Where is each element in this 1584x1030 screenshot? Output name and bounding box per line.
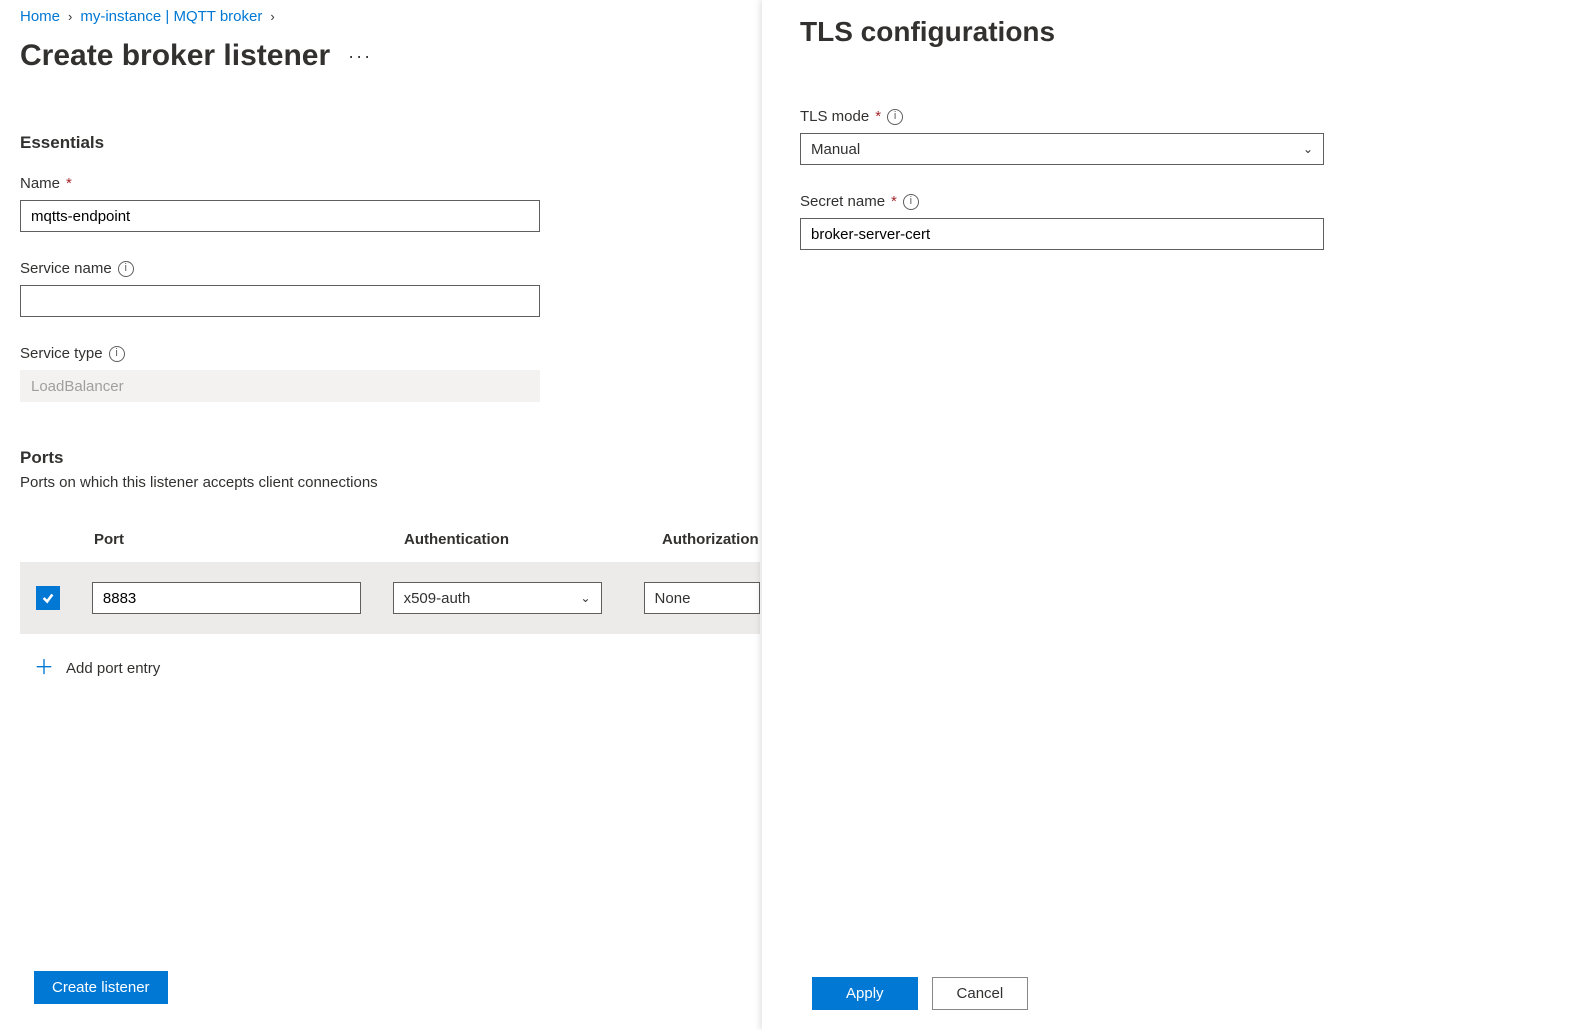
service-type-label: Service type xyxy=(20,345,103,362)
col-azn: Authorization xyxy=(662,531,760,548)
col-auth: Authentication xyxy=(404,531,662,548)
add-port-label: Add port entry xyxy=(66,660,160,677)
tls-config-panel: TLS configurations TLS mode * i Manual ⌄… xyxy=(762,0,1584,1030)
tls-mode-value: Manual xyxy=(811,141,860,158)
create-listener-button[interactable]: Create listener xyxy=(34,971,168,1004)
info-icon[interactable]: i xyxy=(887,109,903,125)
authorization-value: None xyxy=(655,590,691,607)
col-port: Port xyxy=(94,531,404,548)
ports-heading: Ports xyxy=(20,448,760,468)
tls-mode-select[interactable]: Manual ⌄ xyxy=(800,133,1324,165)
tls-mode-field: TLS mode * i Manual ⌄ xyxy=(800,108,1584,165)
name-field: Name * xyxy=(20,175,750,232)
ports-section: Ports Ports on which this listener accep… xyxy=(20,448,760,678)
panel-title: TLS configurations xyxy=(800,16,1584,48)
essentials-section: Essentials Name * Service name i Service… xyxy=(20,133,760,402)
ports-table-header: Port Authentication Authorization xyxy=(20,531,760,562)
add-port-entry[interactable]: ＋ Add port entry xyxy=(20,658,760,678)
authorization-select[interactable]: None xyxy=(644,582,760,614)
secret-name-label: Secret name xyxy=(800,193,885,210)
row-checkbox[interactable] xyxy=(36,586,60,610)
chevron-down-icon: ⌄ xyxy=(580,591,590,605)
service-name-field: Service name i xyxy=(20,260,750,317)
name-input[interactable] xyxy=(20,200,540,232)
chevron-down-icon: ⌄ xyxy=(1303,142,1313,156)
required-icon: * xyxy=(66,175,72,192)
main-pane: Home › my-instance | MQTT broker › Creat… xyxy=(0,0,760,1030)
service-name-input[interactable] xyxy=(20,285,540,317)
check-icon xyxy=(41,591,55,605)
secret-name-input[interactable] xyxy=(800,218,1324,250)
breadcrumb: Home › my-instance | MQTT broker › xyxy=(20,0,760,39)
chevron-right-icon: › xyxy=(68,9,72,24)
breadcrumb-instance[interactable]: my-instance | MQTT broker xyxy=(80,8,262,25)
page-title: Create broker listener xyxy=(20,39,330,73)
name-label: Name xyxy=(20,175,60,192)
plus-icon: ＋ xyxy=(34,658,54,678)
chevron-right-icon: › xyxy=(270,9,274,24)
breadcrumb-home[interactable]: Home xyxy=(20,8,60,25)
service-name-label: Service name xyxy=(20,260,112,277)
table-row: x509-auth ⌄ None xyxy=(20,562,760,634)
ports-description: Ports on which this listener accepts cli… xyxy=(20,474,760,491)
essentials-heading: Essentials xyxy=(20,133,750,153)
required-icon: * xyxy=(875,108,881,125)
info-icon[interactable]: i xyxy=(118,261,134,277)
authentication-select[interactable]: x509-auth ⌄ xyxy=(393,582,602,614)
more-actions-icon[interactable]: ··· xyxy=(348,46,372,67)
apply-button[interactable]: Apply xyxy=(812,977,918,1010)
info-icon[interactable]: i xyxy=(903,194,919,210)
secret-name-field: Secret name * i xyxy=(800,193,1584,250)
required-icon: * xyxy=(891,193,897,210)
tls-mode-label: TLS mode xyxy=(800,108,869,125)
info-icon[interactable]: i xyxy=(109,346,125,362)
service-type-field: Service type i xyxy=(20,345,750,402)
authentication-value: x509-auth xyxy=(404,590,471,607)
service-type-input xyxy=(20,370,540,402)
cancel-button[interactable]: Cancel xyxy=(932,977,1029,1010)
port-input[interactable] xyxy=(92,582,361,614)
